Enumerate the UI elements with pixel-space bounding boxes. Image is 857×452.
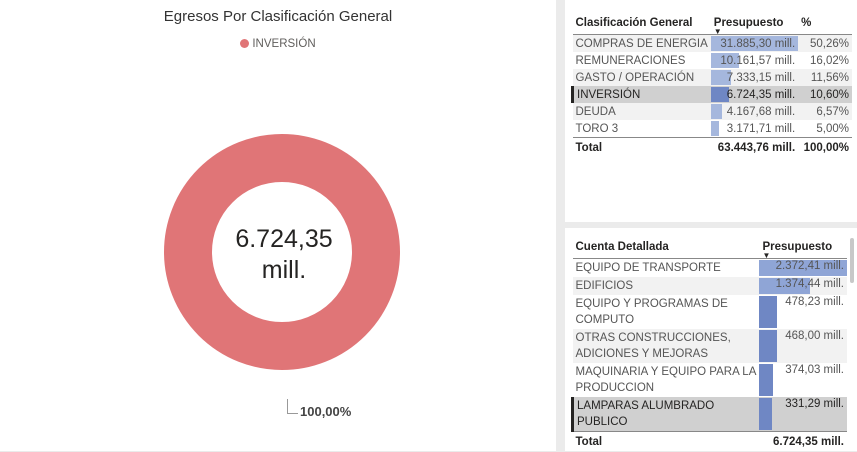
- row-percent: 5,00%: [798, 120, 852, 138]
- center-value-unit: mill.: [184, 255, 384, 286]
- row-account: MAQUINARIA Y EQUIPO PARA LA PRODUCCION: [573, 363, 760, 397]
- total-label: Total: [573, 138, 711, 159]
- center-value-number: 6.724,35: [184, 224, 384, 255]
- classification-table-visual[interactable]: Clasificación General Presupuesto▼ % COM…: [565, 0, 857, 222]
- row-account: LAMPARAS ALUMBRADO PUBLICO: [573, 397, 760, 432]
- row-account: EDIFICIOS: [573, 277, 760, 295]
- vertical-scrollbar[interactable]: [850, 238, 854, 283]
- row-name: COMPRAS DE ENERGIA: [573, 35, 711, 53]
- row-name: REMUNERACIONES: [573, 52, 711, 69]
- classification-table: Clasificación General Presupuesto▼ % COM…: [571, 12, 852, 158]
- detail-table: Cuenta Detallada Presupuesto▼ EQUIPO DE …: [571, 236, 847, 452]
- row-percent: 6,57%: [798, 103, 852, 120]
- table-row[interactable]: EQUIPO DE TRANSPORTE 2.372,41 mill.: [573, 259, 848, 278]
- row-budget-value: 2.372,41 mill.: [776, 260, 844, 272]
- total-row: Total63.443,76 mill.100,00%: [573, 138, 853, 159]
- row-budget: 10.161,57 mill.: [711, 52, 798, 69]
- row-budget-value: 6.724,35 mill.: [727, 89, 795, 101]
- table-row[interactable]: INVERSIÓN 6.724,35 mill.10,60%: [573, 86, 853, 103]
- row-budget: 2.372,41 mill.: [759, 259, 847, 278]
- row-budget-value: 331,29 mill.: [785, 398, 844, 410]
- slice-leader-line: [287, 399, 298, 414]
- table-row[interactable]: TORO 3 3.171,71 mill.5,00%: [573, 120, 853, 138]
- data-bar: [759, 398, 771, 430]
- row-name: GASTO / OPERACIÓN: [573, 69, 711, 86]
- table-row[interactable]: EQUIPO Y PROGRAMAS DE COMPUTO 478,23 mill…: [573, 295, 848, 329]
- row-budget: 3.171,71 mill.: [711, 120, 798, 138]
- column-header-budget[interactable]: Presupuesto▼: [759, 236, 847, 259]
- column-header-name[interactable]: Clasificación General: [573, 12, 711, 35]
- row-budget: 4.167,68 mill.: [711, 103, 798, 120]
- row-budget: 31.885,30 mill.: [711, 35, 798, 53]
- row-percent: 50,26%: [798, 35, 852, 53]
- table-row[interactable]: EDIFICIOS 1.374,44 mill.: [573, 277, 848, 295]
- column-header-percent[interactable]: %: [798, 12, 852, 35]
- row-account: EQUIPO DE TRANSPORTE: [573, 259, 760, 278]
- row-budget-value: 478,23 mill.: [785, 296, 844, 308]
- row-name: TORO 3: [573, 120, 711, 138]
- row-account: OTRAS CONSTRUCCIONES, ADICIONES Y MEJORA…: [573, 329, 760, 363]
- row-percent: 16,02%: [798, 52, 852, 69]
- row-budget: 374,03 mill.: [759, 363, 847, 397]
- data-bar: [759, 330, 776, 362]
- header-label: Presupuesto: [714, 17, 784, 29]
- column-header-account[interactable]: Cuenta Detallada: [573, 236, 760, 259]
- row-budget-value: 3.171,71 mill.: [727, 123, 795, 135]
- slice-percent-label: 100,00%: [300, 404, 351, 419]
- column-header-budget[interactable]: Presupuesto▼: [711, 12, 798, 35]
- row-budget: 331,29 mill.: [759, 397, 847, 432]
- row-budget: 1.374,44 mill.: [759, 277, 847, 295]
- row-account: EQUIPO Y PROGRAMAS DE COMPUTO: [573, 295, 760, 329]
- row-budget: 468,00 mill.: [759, 329, 847, 363]
- row-budget-value: 31.885,30 mill.: [720, 38, 795, 50]
- table-row[interactable]: COMPRAS DE ENERGIA 31.885,30 mill.50,26%: [573, 35, 853, 53]
- row-budget: 7.333,15 mill.: [711, 69, 798, 86]
- total-label: Total: [573, 432, 760, 452]
- total-percent: 100,00%: [798, 138, 852, 159]
- table-row[interactable]: MAQUINARIA Y EQUIPO PARA LA PRODUCCION 37…: [573, 363, 848, 397]
- row-budget-value: 10.161,57 mill.: [720, 55, 795, 67]
- row-budget-value: 7.333,15 mill.: [727, 72, 795, 84]
- table-row[interactable]: REMUNERACIONES 10.161,57 mill.16,02%: [573, 52, 853, 69]
- table-row[interactable]: DEUDA 4.167,68 mill.6,57%: [573, 103, 853, 120]
- table-row[interactable]: OTRAS CONSTRUCCIONES, ADICIONES Y MEJORA…: [573, 329, 848, 363]
- row-percent: 10,60%: [798, 86, 852, 103]
- donut-center-value: 6.724,35 mill.: [184, 224, 384, 286]
- donut-chart-visual[interactable]: Egresos Por Clasificación General INVERS…: [0, 0, 556, 451]
- visual-options-icon[interactable]: ⋯: [844, 0, 853, 5]
- data-bar: [711, 121, 720, 136]
- row-budget-value: 468,00 mill.: [785, 330, 844, 342]
- total-budget: 63.443,76 mill.: [711, 138, 798, 159]
- table-row[interactable]: GASTO / OPERACIÓN 7.333,15 mill.11,56%: [573, 69, 853, 86]
- header-label: Presupuesto: [762, 241, 832, 253]
- row-name: INVERSIÓN: [573, 86, 711, 103]
- data-bar: [759, 364, 773, 396]
- row-name: DEUDA: [573, 103, 711, 120]
- row-budget: 478,23 mill.: [759, 295, 847, 329]
- table-header-row: Clasificación General Presupuesto▼ %: [573, 12, 853, 35]
- table-header-row: Cuenta Detallada Presupuesto▼: [573, 236, 848, 259]
- data-bar: [711, 104, 722, 119]
- detail-table-visual[interactable]: Cuenta Detallada Presupuesto▼ EQUIPO DE …: [565, 228, 857, 451]
- row-budget-value: 374,03 mill.: [785, 364, 844, 376]
- data-bar: [759, 296, 777, 328]
- total-row: Total6.724,35 mill.: [573, 432, 848, 452]
- row-percent: 11,56%: [798, 69, 852, 86]
- row-budget-value: 4.167,68 mill.: [727, 106, 795, 118]
- row-budget-value: 1.374,44 mill.: [776, 278, 844, 290]
- table-row[interactable]: LAMPARAS ALUMBRADO PUBLICO 331,29 mill.: [573, 397, 848, 432]
- total-budget: 6.724,35 mill.: [759, 432, 847, 452]
- row-budget: 6.724,35 mill.: [711, 86, 798, 103]
